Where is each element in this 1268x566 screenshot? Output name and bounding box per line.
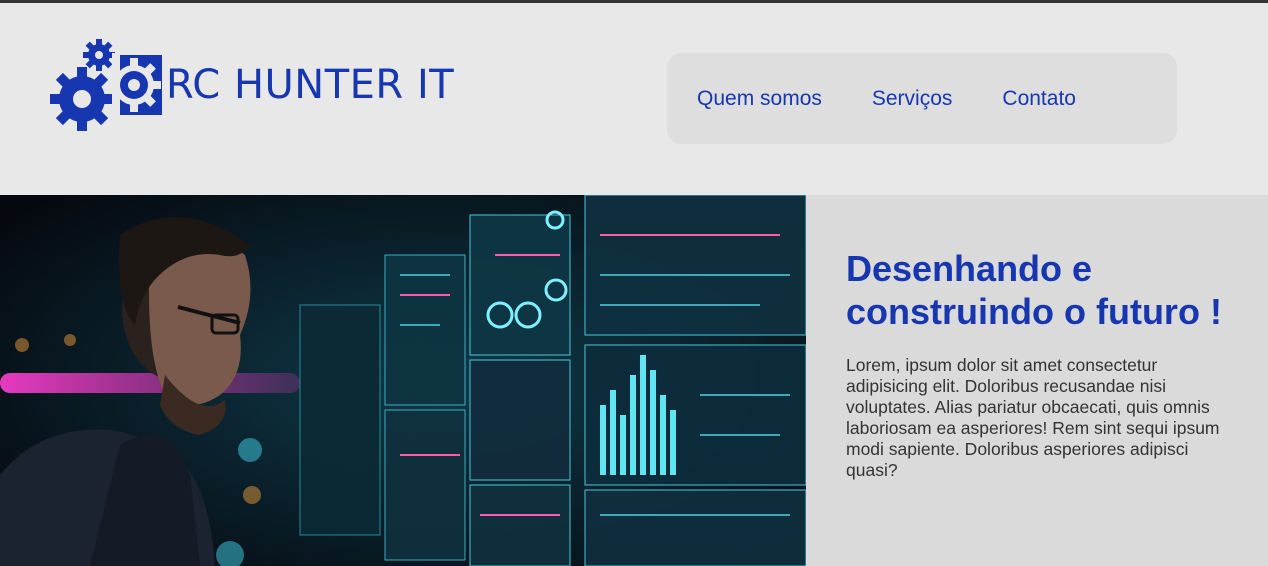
nav-item-servicos[interactable]: Serviços bbox=[872, 87, 953, 111]
hero-text-panel: Desenhando e construindo o futuro ! Lore… bbox=[806, 195, 1268, 566]
brand-name: RC HUNTER IT bbox=[166, 62, 455, 108]
site-header: RC HUNTER IT Quem somos Serviços Contato bbox=[0, 3, 1268, 195]
hero-photo bbox=[0, 195, 806, 566]
brand-logo[interactable]: RC HUNTER IT bbox=[50, 35, 470, 135]
nav-item-quem-somos[interactable]: Quem somos bbox=[697, 87, 822, 111]
hero-title: Desenhando e construindo o futuro ! bbox=[846, 248, 1222, 332]
main-nav: Quem somos Serviços Contato bbox=[667, 53, 1177, 144]
nav-item-contato[interactable]: Contato bbox=[1002, 87, 1076, 111]
hero-body: Lorem, ipsum dolor sit amet consectetur … bbox=[846, 355, 1220, 480]
gears-icon bbox=[50, 39, 162, 131]
